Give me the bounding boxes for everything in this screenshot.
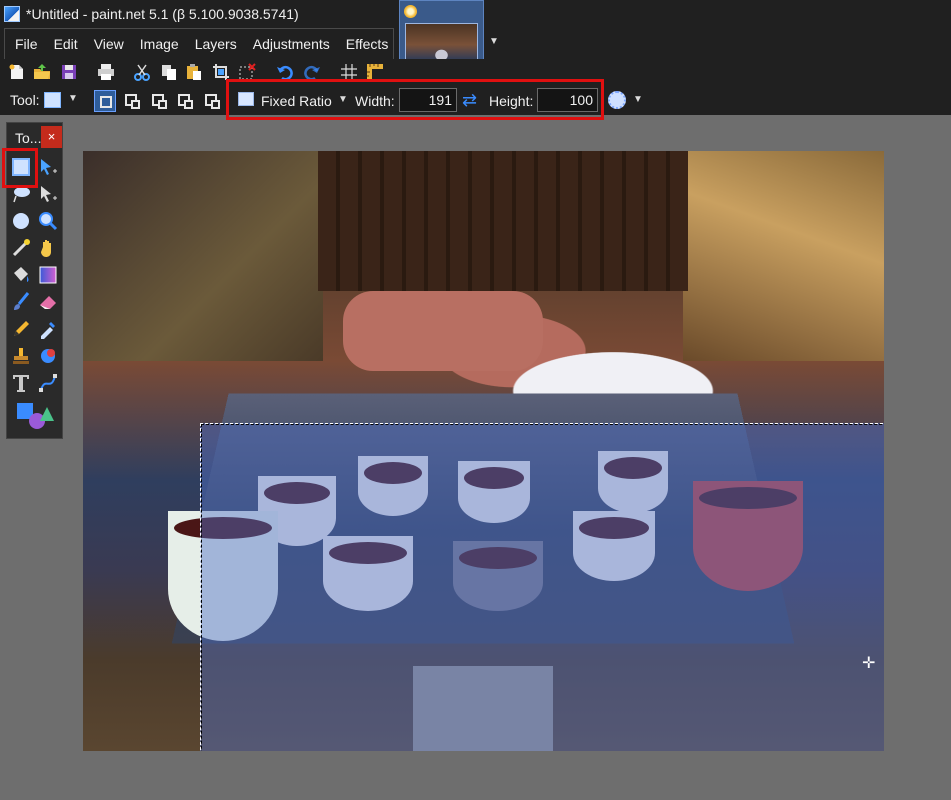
recolor-tool-icon[interactable] bbox=[37, 345, 59, 367]
tools-panel-header[interactable]: To... × bbox=[7, 123, 62, 151]
gradient-tool-icon[interactable] bbox=[37, 264, 59, 286]
selection-mode-intersect-button[interactable] bbox=[174, 90, 196, 112]
antialiasing-chevron-icon[interactable]: ▼ bbox=[633, 94, 643, 105]
tools-panel-close-button[interactable]: × bbox=[41, 126, 62, 148]
width-label: Width: bbox=[355, 93, 395, 109]
highlight-box-selected-tool bbox=[2, 148, 38, 188]
height-input[interactable] bbox=[537, 88, 598, 112]
menu-effects[interactable]: Effects bbox=[338, 36, 397, 52]
zoom-tool-icon[interactable] bbox=[37, 210, 59, 232]
tool-dropdown-chevron-icon[interactable]: ▼ bbox=[68, 93, 78, 104]
move-selection-tool-icon[interactable] bbox=[37, 183, 59, 205]
tools-panel-title: To... bbox=[15, 130, 42, 146]
width-input[interactable] bbox=[399, 88, 457, 112]
menu-view[interactable]: View bbox=[86, 36, 132, 52]
union-mode-icon-inner bbox=[131, 100, 140, 109]
menu-image[interactable]: Image bbox=[132, 36, 187, 52]
fixed-ratio-icon[interactable] bbox=[238, 92, 254, 106]
menu-group: File Edit View Image Layers Adjustments … bbox=[4, 28, 394, 59]
menu-adjustments[interactable]: Adjustments bbox=[245, 36, 338, 52]
selection-mode-union-button[interactable] bbox=[121, 90, 143, 112]
crosshair-cursor-icon: ✛ bbox=[862, 655, 876, 672]
selection-mode-replace-button[interactable] bbox=[94, 90, 116, 112]
menu-edit[interactable]: Edit bbox=[46, 36, 86, 52]
replace-mode-icon bbox=[100, 96, 112, 108]
selection-mode-exclude-button[interactable] bbox=[148, 90, 170, 112]
paintbrush-tool-icon[interactable] bbox=[10, 291, 32, 313]
photo-region-cushion bbox=[343, 291, 543, 371]
tab-list-chevron-icon[interactable]: ▼ bbox=[488, 36, 500, 48]
cut-icon[interactable] bbox=[133, 63, 151, 81]
photo-region-right bbox=[683, 151, 884, 361]
exclude-mode-icon-inner bbox=[158, 100, 167, 109]
pencil-tool-icon[interactable] bbox=[10, 318, 32, 340]
eraser-tool-icon[interactable] bbox=[37, 291, 59, 313]
photo-region-shutter bbox=[318, 151, 688, 291]
ratio-mode-select[interactable]: Fixed Ratio bbox=[261, 93, 332, 109]
move-selected-pixels-tool-icon[interactable] bbox=[37, 156, 59, 178]
menu-file[interactable]: File bbox=[5, 36, 46, 52]
image-canvas[interactable] bbox=[83, 151, 884, 751]
intersect-mode-icon-inner bbox=[184, 100, 193, 109]
paintnet-app-icon[interactable] bbox=[4, 6, 20, 22]
clone-stamp-tool-icon[interactable] bbox=[10, 345, 32, 367]
window-title: *Untitled - paint.net 5.1 (β 5.100.9038.… bbox=[26, 6, 299, 22]
line-curve-tool-icon[interactable] bbox=[37, 372, 59, 394]
unsaved-star-icon bbox=[404, 5, 417, 18]
ellipse-select-tool-icon[interactable] bbox=[10, 210, 32, 232]
save-icon[interactable] bbox=[60, 63, 78, 81]
print-icon[interactable] bbox=[97, 63, 115, 81]
photo-region-left bbox=[83, 151, 323, 361]
copy-icon[interactable] bbox=[160, 63, 178, 81]
color-picker-tool-icon[interactable] bbox=[37, 318, 59, 340]
shapes-tool-icon[interactable] bbox=[15, 399, 55, 431]
height-label: Height: bbox=[489, 93, 534, 109]
open-icon[interactable] bbox=[33, 63, 51, 81]
swap-dimensions-icon[interactable]: ⇄ bbox=[462, 91, 480, 109]
magic-wand-tool-icon[interactable] bbox=[10, 237, 32, 259]
antialiasing-icon[interactable] bbox=[608, 91, 626, 109]
current-tool-rectangle-select-icon[interactable] bbox=[44, 92, 61, 108]
selection-mode-xor-button[interactable] bbox=[201, 90, 223, 112]
text-tool-icon[interactable] bbox=[10, 372, 32, 394]
xor-mode-icon-inner bbox=[211, 100, 220, 109]
selection-rectangle[interactable] bbox=[200, 423, 884, 751]
paint-bucket-tool-icon[interactable] bbox=[10, 264, 32, 286]
paste-icon[interactable] bbox=[185, 63, 203, 81]
new-icon[interactable] bbox=[8, 63, 26, 81]
ratio-mode-chevron-icon[interactable]: ▼ bbox=[338, 94, 348, 105]
tool-label: Tool: bbox=[10, 92, 40, 108]
menu-layers[interactable]: Layers bbox=[187, 36, 245, 52]
pan-tool-icon[interactable] bbox=[37, 237, 59, 259]
